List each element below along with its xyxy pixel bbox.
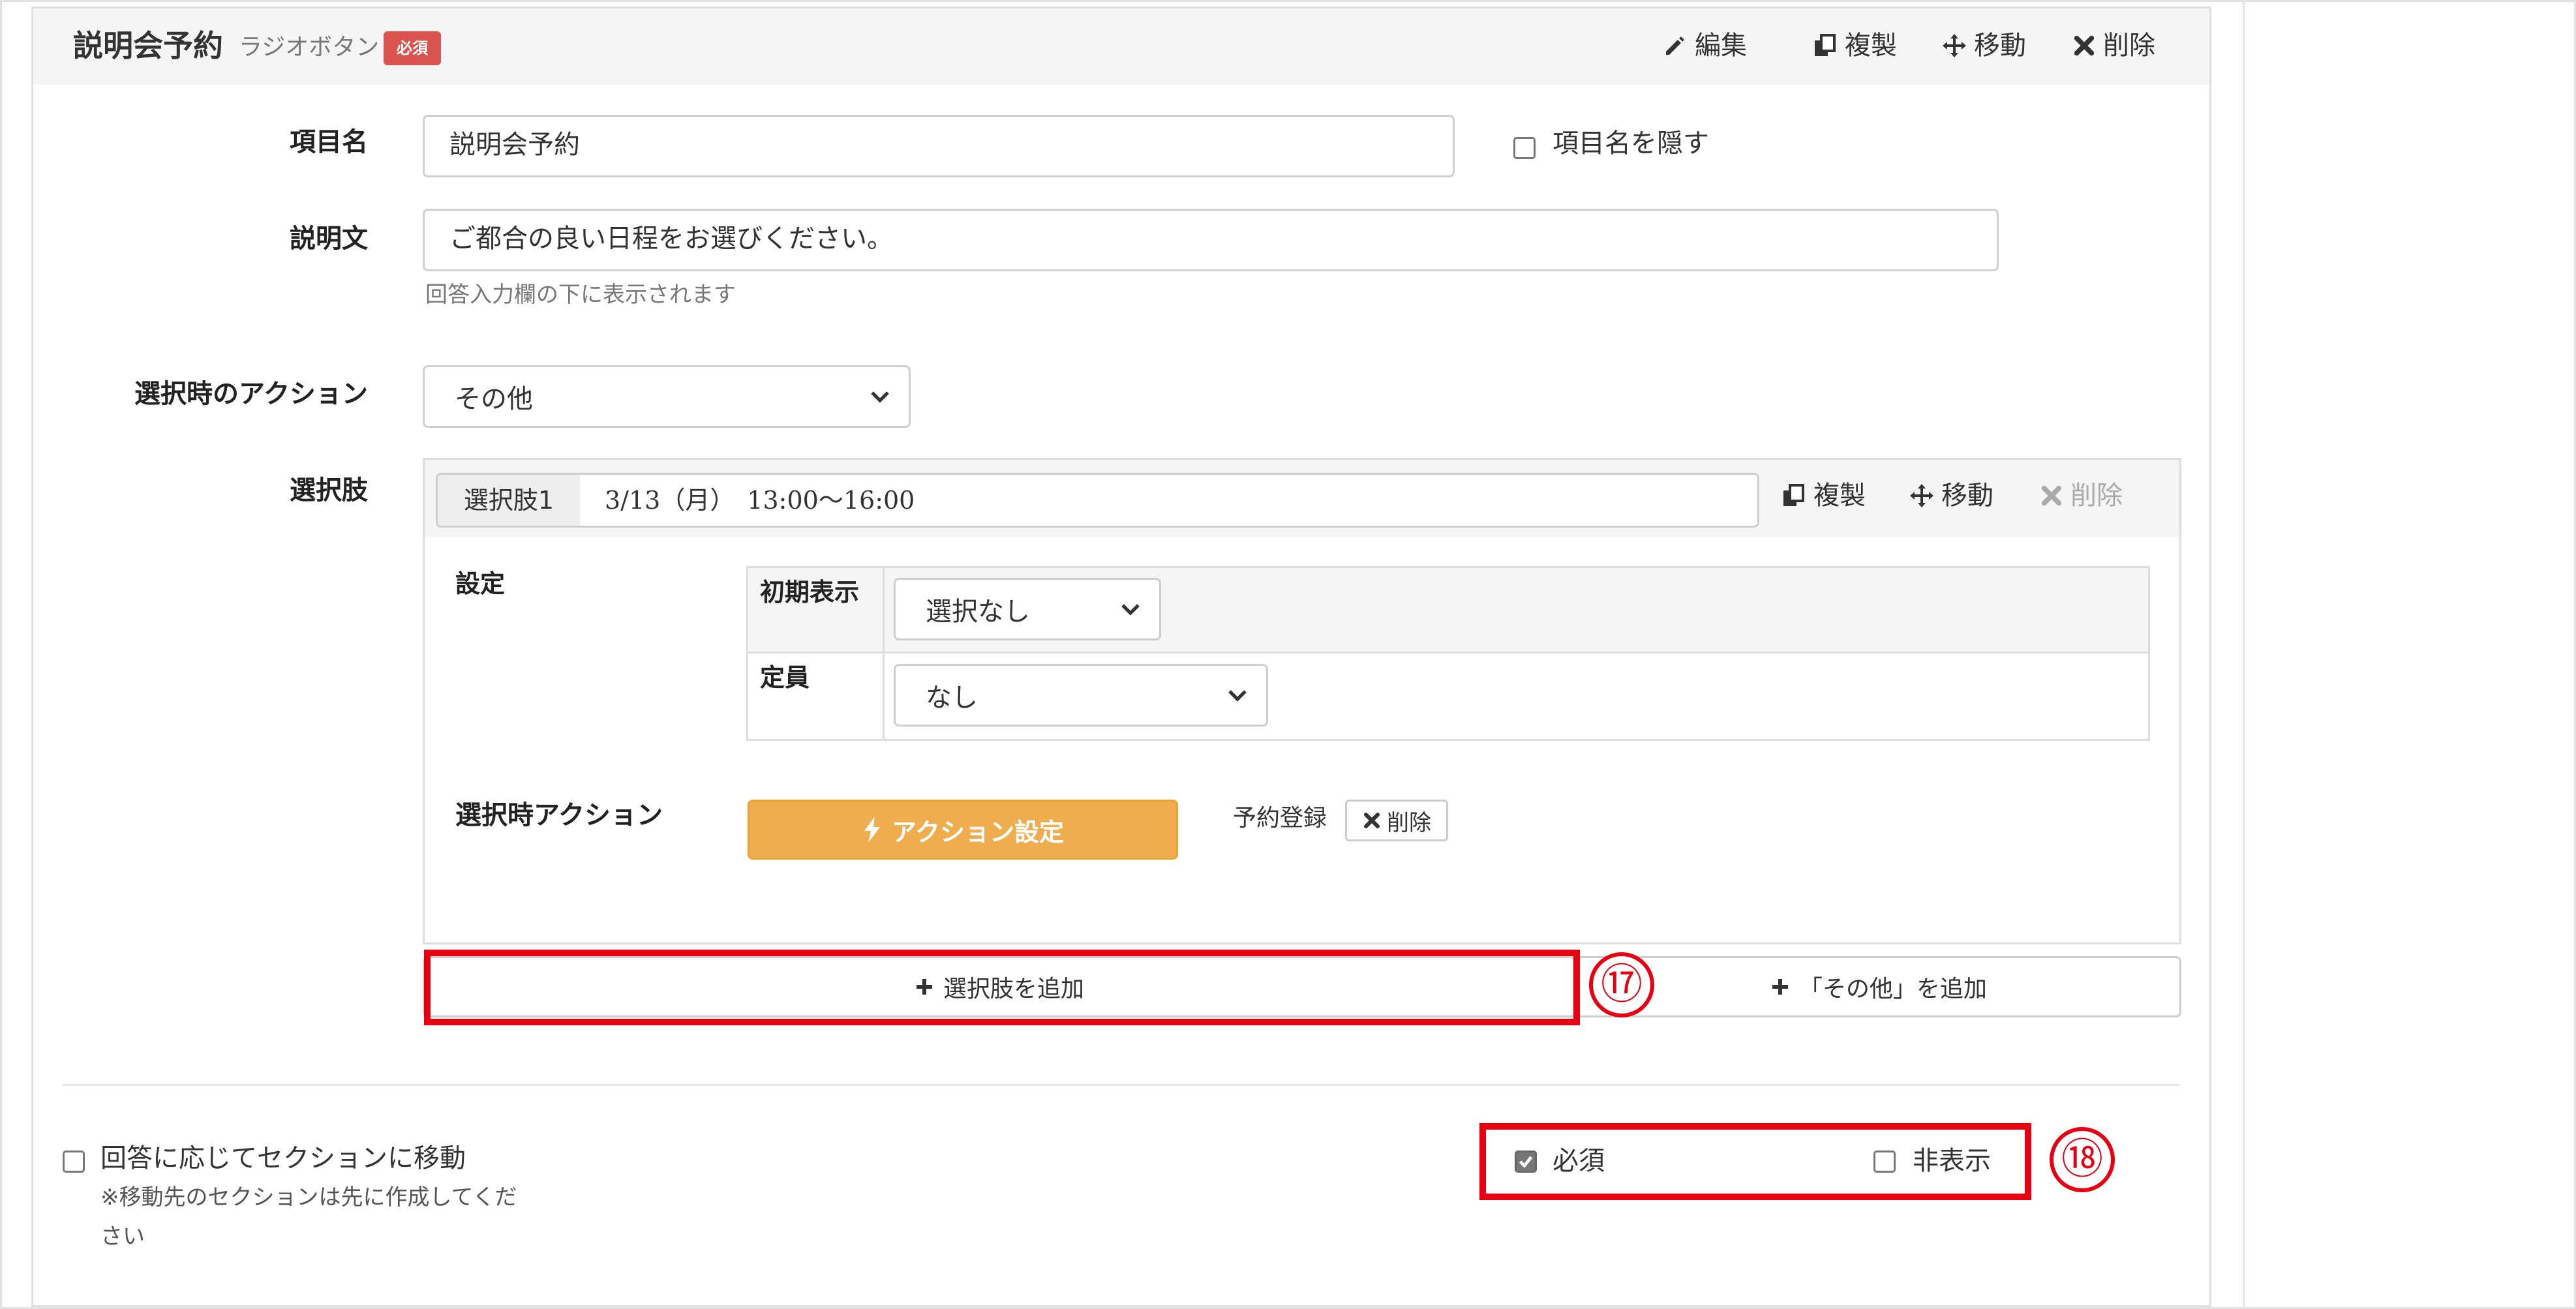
description-label: 説明文 xyxy=(290,224,368,254)
move-icon xyxy=(1941,33,1967,59)
option-value-input[interactable]: 3/13（月） 13:00〜16:00 xyxy=(580,473,1759,528)
hide-name-checkbox[interactable] xyxy=(1513,137,1536,159)
option-duplicate-button[interactable]: 複製 xyxy=(1781,476,1866,515)
description-input[interactable]: ご都合の良い日程をお選びください。 xyxy=(423,209,1999,271)
move-section-note-2: さい xyxy=(100,1224,145,1250)
required-checkbox[interactable] xyxy=(1515,1151,1537,1173)
copy-icon xyxy=(1781,483,1807,509)
select-action-value: その他 xyxy=(455,384,533,414)
check-icon xyxy=(1519,1156,1533,1168)
chevron-down-icon xyxy=(1224,682,1250,708)
options-label: 選択肢 xyxy=(290,475,368,505)
duplicate-label: 複製 xyxy=(1845,31,1897,61)
description-help: 回答入力欄の下に表示されます xyxy=(425,282,736,308)
close-icon xyxy=(1362,811,1382,830)
close-icon xyxy=(2039,483,2064,508)
option-action-label: 選択時アクション xyxy=(455,800,663,830)
hidden-label: 非表示 xyxy=(1913,1146,1991,1176)
move-label: 移動 xyxy=(1974,31,2026,61)
move-icon xyxy=(1909,483,1935,509)
action-settings-button[interactable]: アクション設定 xyxy=(748,800,1178,860)
annotation-18: ⑱ xyxy=(2050,1127,2115,1192)
reservation-registered-label: 予約登録 xyxy=(1233,805,1327,832)
duplicate-button[interactable]: 複製 xyxy=(1812,26,1897,65)
bolt-icon xyxy=(862,817,883,843)
move-section-checkbox[interactable] xyxy=(63,1151,85,1173)
add-other-label: 「その他」を追加 xyxy=(1798,976,1987,1002)
delete-button[interactable]: 削除 xyxy=(2072,26,2155,65)
option-delete-button[interactable]: 削除 xyxy=(2039,476,2123,515)
highlight-add-option xyxy=(424,950,1580,1025)
action-settings-label: アクション設定 xyxy=(891,817,1065,847)
question-title: 説明会予約 xyxy=(73,28,223,63)
hidden-checkbox[interactable] xyxy=(1873,1151,1896,1173)
move-section-label: 回答に応じてセクションに移動 xyxy=(100,1143,466,1173)
pencil-icon xyxy=(1662,33,1688,59)
question-type: ラジオボタン xyxy=(239,34,380,61)
edit-label: 編集 xyxy=(1695,31,1747,61)
initial-display-value: 選択なし xyxy=(926,597,1030,627)
delete-label: 削除 xyxy=(2103,31,2155,61)
option-number: 選択肢1 xyxy=(436,473,582,528)
item-name-label: 項目名 xyxy=(290,127,368,157)
capacity-select[interactable]: なし xyxy=(894,664,1268,727)
capacity-value: なし xyxy=(926,683,978,713)
required-badge: 必須 xyxy=(384,31,441,65)
option-delete-label: 削除 xyxy=(2070,481,2123,511)
chevron-down-icon xyxy=(867,384,893,410)
item-name-input[interactable]: 説明会予約 xyxy=(423,115,1455,177)
select-action-dropdown[interactable]: その他 xyxy=(423,365,911,428)
option-move-button[interactable]: 移動 xyxy=(1909,476,1993,515)
select-action-label: 選択時のアクション xyxy=(134,379,368,409)
action-delete-button[interactable]: 削除 xyxy=(1345,800,1448,841)
hide-name-label: 項目名を隠す xyxy=(1553,128,1709,158)
required-label: 必須 xyxy=(1553,1146,1605,1176)
close-icon xyxy=(2072,33,2097,58)
chevron-down-icon xyxy=(1117,596,1144,622)
capacity-label: 定員 xyxy=(748,654,883,739)
initial-display-label: 初期表示 xyxy=(748,568,883,652)
section-divider xyxy=(63,1084,2180,1086)
initial-display-select[interactable]: 選択なし xyxy=(894,578,1161,640)
copy-icon xyxy=(1812,33,1838,59)
option-move-label: 移動 xyxy=(1941,481,1993,511)
edit-button[interactable]: 編集 xyxy=(1662,26,1747,65)
move-section-note-1: ※移動先のセクションは先に作成してくだ xyxy=(100,1184,517,1211)
settings-label: 設定 xyxy=(455,569,506,598)
plus-icon xyxy=(1770,977,1790,997)
right-divider xyxy=(2243,0,2245,1309)
annotation-17: ⑰ xyxy=(1589,952,1654,1017)
option-duplicate-label: 複製 xyxy=(1813,481,1866,511)
move-button[interactable]: 移動 xyxy=(1941,26,2026,65)
action-delete-label: 削除 xyxy=(1387,809,1431,836)
table-row-divider xyxy=(748,652,2148,654)
add-other-button[interactable]: 「その他」を追加 xyxy=(1576,956,2181,1017)
